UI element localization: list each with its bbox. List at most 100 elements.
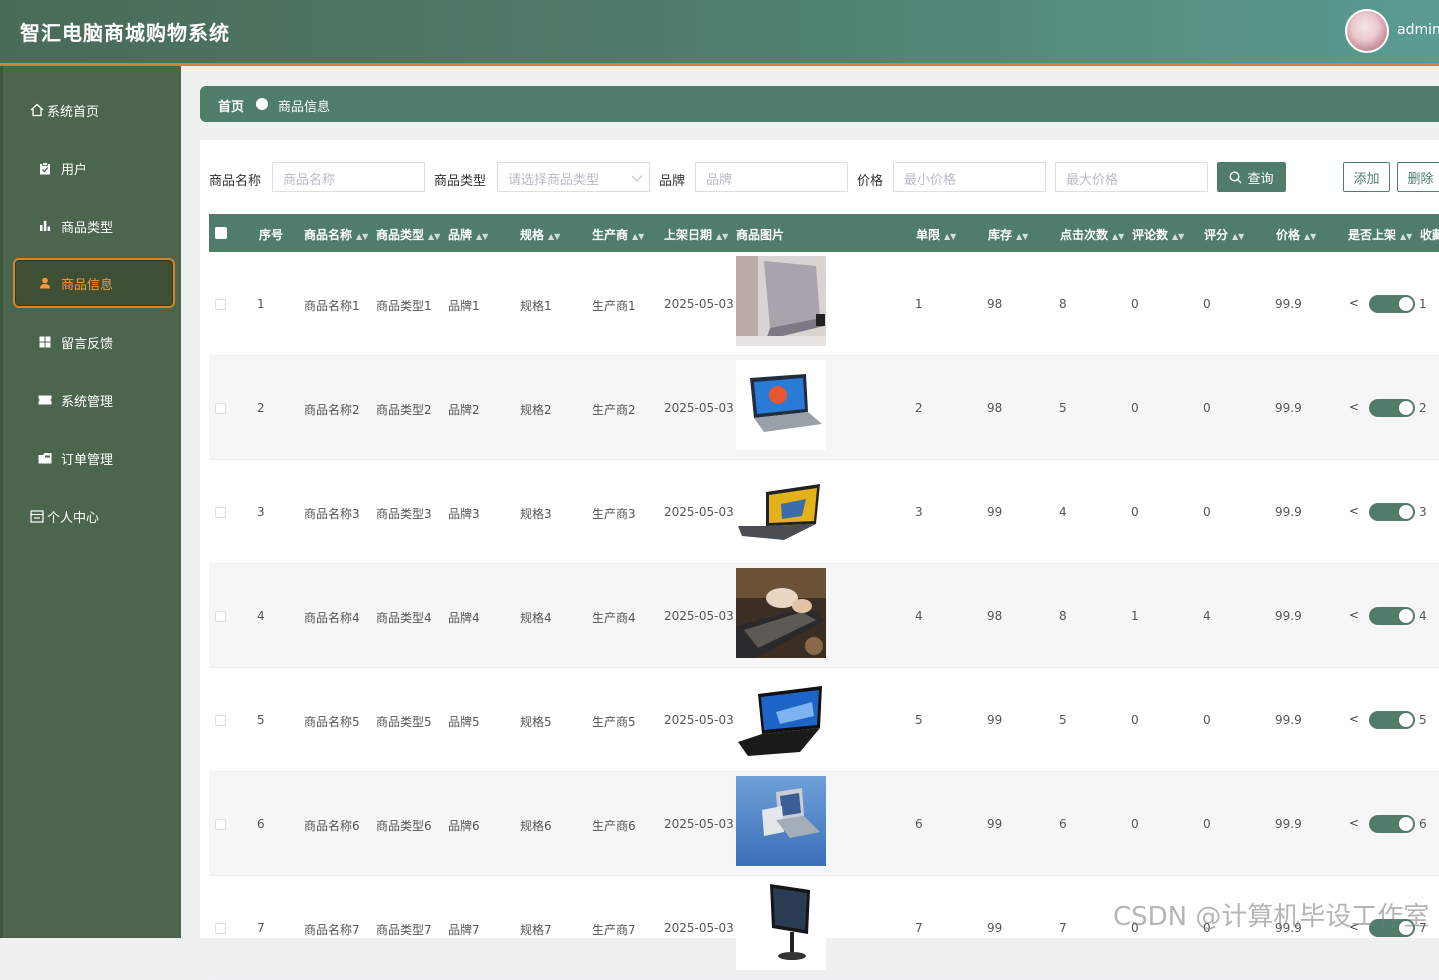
product-image[interactable] (736, 568, 826, 658)
product-image[interactable] (736, 672, 826, 762)
product-type-label: 商品类型 (434, 174, 487, 189)
header-clicks[interactable]: 点击次数 ▲▼ (1060, 226, 1124, 243)
onsale-toggle[interactable] (1369, 503, 1415, 521)
onsale-toggle[interactable] (1369, 607, 1415, 625)
user-name[interactable]: admin (1397, 22, 1439, 38)
header-index[interactable]: 序号 (259, 226, 283, 243)
row-checkbox[interactable] (215, 299, 226, 310)
row-checkbox[interactable] (215, 403, 226, 414)
cell-date: 2025-05-03 (664, 609, 734, 623)
cell-date: 2025-05-03 (664, 713, 734, 727)
query-button[interactable]: 查询 (1217, 162, 1286, 192)
sidebar-item-product-types[interactable]: 商品类型 (13, 202, 175, 250)
cell-stock: 98 (987, 401, 1003, 415)
row-checkbox[interactable] (215, 819, 226, 830)
cell-date: 2025-05-03 (664, 505, 734, 519)
cell-stock: 98 (987, 609, 1003, 623)
grid-icon (37, 334, 53, 350)
header-brand[interactable]: 品牌 ▲▼ (448, 226, 488, 243)
header-onsale[interactable]: 是否上架 ▲▼ (1348, 226, 1412, 243)
share-icon[interactable]: < (1349, 400, 1359, 414)
max-price-input[interactable]: 最大价格 (1055, 162, 1208, 192)
row-checkbox[interactable] (215, 923, 226, 934)
share-icon[interactable]: < (1349, 504, 1359, 518)
cell-spec: 规格7 (520, 923, 552, 937)
query-button-label: 查询 (1247, 171, 1274, 187)
select-all-checkbox[interactable] (215, 227, 227, 239)
add-button[interactable]: 添加 (1343, 162, 1390, 192)
cell-rating: 4 (1203, 609, 1211, 623)
product-image[interactable] (736, 880, 826, 970)
cell-stock: 99 (987, 817, 1003, 831)
cell-name: 商品名称7 (304, 923, 360, 937)
sidebar-item-products[interactable]: 商品信息 (13, 258, 175, 308)
product-image[interactable] (736, 776, 826, 866)
cell-stock: 99 (987, 921, 1003, 935)
cell-type: 商品类型5 (376, 715, 432, 729)
sidebar-item-orders[interactable]: 订单管理 (13, 434, 175, 482)
sort-icon: ▲▼ (476, 232, 489, 241)
min-price-input[interactable]: 最小价格 (893, 162, 1046, 192)
cell-spec: 规格1 (520, 299, 552, 313)
cell-price: 99.9 (1275, 401, 1302, 415)
sort-icon: ▲▼ (1172, 232, 1185, 241)
onsale-toggle[interactable] (1369, 711, 1415, 729)
product-image[interactable] (736, 360, 826, 450)
header-fav[interactable]: 收藏 (1420, 226, 1439, 243)
share-icon[interactable]: < (1349, 712, 1359, 726)
cell-type: 商品类型6 (376, 819, 432, 833)
cell-name: 商品名称4 (304, 611, 360, 625)
product-name-input[interactable]: 商品名称 (272, 162, 425, 192)
brand-input[interactable]: 品牌 (695, 162, 848, 192)
onsale-toggle[interactable] (1369, 295, 1415, 313)
sort-icon: ▲▼ (1016, 232, 1029, 241)
header-stock[interactable]: 库存 ▲▼ (988, 226, 1028, 243)
cell-brand: 品牌1 (448, 299, 480, 313)
header-price[interactable]: 价格 ▲▼ (1276, 226, 1316, 243)
row-checkbox[interactable] (215, 611, 226, 622)
cell-rating: 0 (1203, 297, 1211, 311)
sidebar-item-feedback[interactable]: 留言反馈 (13, 318, 175, 366)
sidebar-item-profile[interactable]: 个人中心 (13, 492, 175, 540)
header-date[interactable]: 上架日期 ▲▼ (664, 226, 728, 243)
avatar[interactable] (1345, 9, 1389, 53)
header-comments[interactable]: 评论数 ▲▼ (1132, 226, 1184, 243)
row-checkbox[interactable] (215, 507, 226, 518)
sidebar-item-system[interactable]: 系统管理 (13, 376, 175, 424)
cell-maker: 生产商4 (592, 611, 636, 625)
product-image[interactable] (736, 464, 826, 554)
share-icon[interactable]: < (1349, 608, 1359, 622)
share-icon[interactable]: < (1349, 296, 1359, 310)
header-rating[interactable]: 评分 ▲▼ (1204, 226, 1244, 243)
cell-limit: 4 (915, 609, 923, 623)
sidebar-item-users[interactable]: 用户 (13, 144, 175, 192)
cell-comments: 1 (1131, 609, 1139, 623)
cell-price: 99.9 (1275, 817, 1302, 831)
cell-brand: 品牌2 (448, 403, 480, 417)
onsale-toggle[interactable] (1369, 399, 1415, 417)
breadcrumb-home[interactable]: 首页 (218, 96, 244, 115)
product-image[interactable] (736, 256, 826, 346)
share-icon[interactable]: < (1349, 816, 1359, 830)
sidebar-item-home[interactable]: 系统首页 (13, 86, 175, 134)
cell-brand: 品牌6 (448, 819, 480, 833)
sort-icon: ▲▼ (1112, 232, 1125, 241)
onsale-toggle[interactable] (1369, 815, 1415, 833)
cell-name: 商品名称5 (304, 715, 360, 729)
cell-price: 99.9 (1275, 297, 1302, 311)
header-maker[interactable]: 生产商 ▲▼ (592, 226, 644, 243)
header-type[interactable]: 商品类型 ▲▼ (376, 226, 440, 243)
table-row: 1 商品名称1 商品类型1 品牌1 规格1 生产商1 2025-05-03 1 98 8 0 0 99.… (209, 252, 1439, 356)
delete-button[interactable]: 删除 (1397, 162, 1439, 192)
row-checkbox[interactable] (215, 715, 226, 726)
chevron-down-icon (631, 170, 643, 182)
header-limit[interactable]: 单限 ▲▼ (916, 226, 956, 243)
cell-stock: 99 (987, 505, 1003, 519)
header-spec[interactable]: 规格 ▲▼ (520, 226, 560, 243)
cell-index: 7 (257, 921, 265, 935)
search-icon (1229, 170, 1242, 183)
header-name[interactable]: 商品名称 ▲▼ (304, 226, 368, 243)
cell-fav: 1 (1419, 297, 1427, 311)
sort-icon: ▲▼ (1400, 232, 1413, 241)
product-type-select[interactable]: 请选择商品类型 (497, 162, 650, 192)
